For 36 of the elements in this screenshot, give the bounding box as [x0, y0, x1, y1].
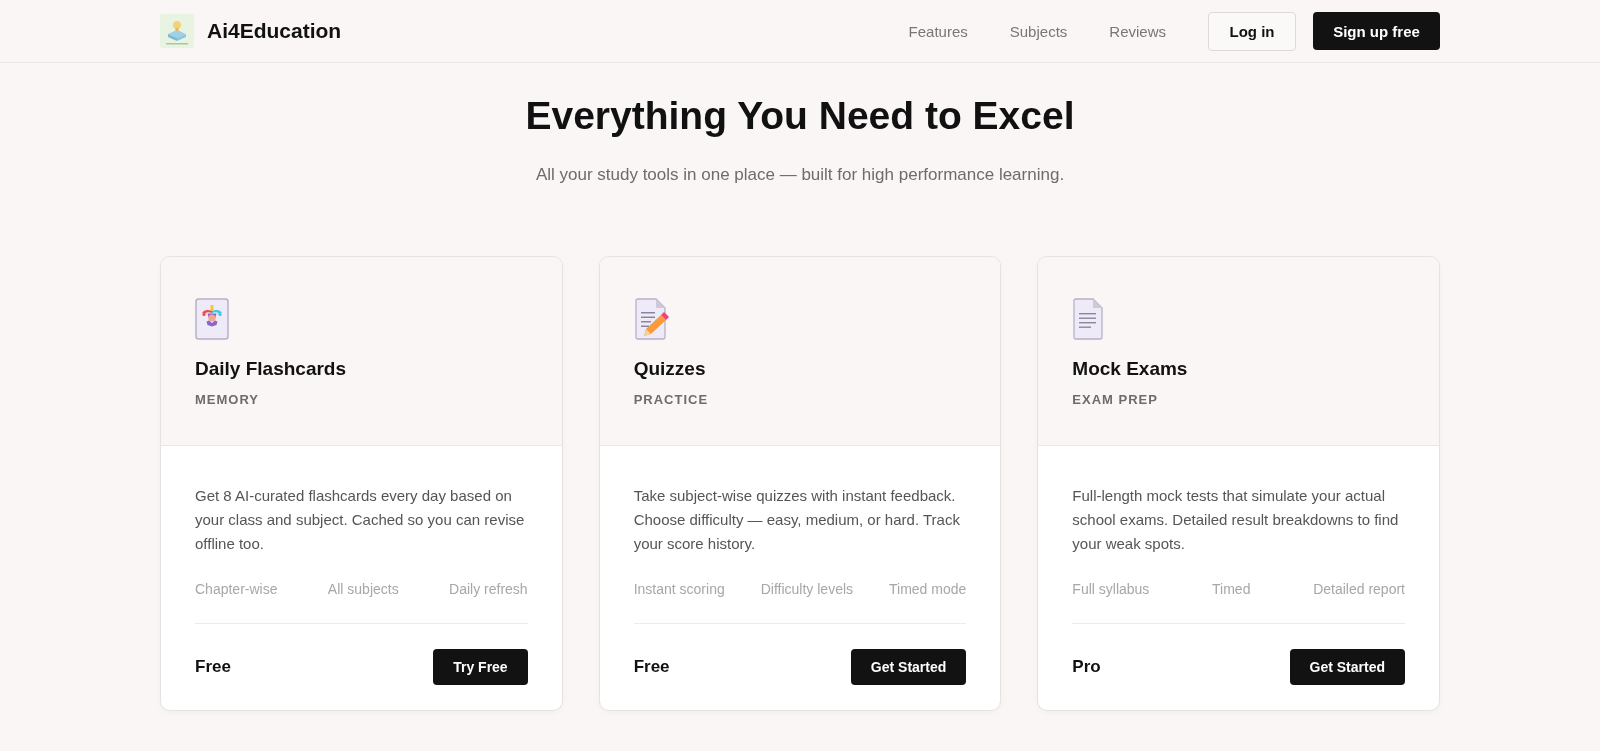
card-description: Get 8 AI-curated flashcards every day based on your class and subject. Cached so you can revise offline too.: [195, 486, 526, 554]
feature-label: Difficulty levels: [760, 580, 854, 598]
feature-label: Timed: [1212, 580, 1251, 598]
feature-label: All subjects: [327, 580, 399, 598]
memo-pencil-icon: [633, 298, 670, 340]
nav-link[interactable]: Features: [908, 22, 968, 40]
feature-label: Chapter-wise: [195, 580, 278, 598]
feature-label: Instant scoring: [633, 580, 725, 598]
price-label: Free: [195, 657, 231, 677]
cta-button[interactable]: Get Started: [850, 649, 967, 685]
card-description: Full-length mock tests that simulate your actual school exams. Detailed result breakdowns to find your weak spots.: [1072, 486, 1400, 554]
price-label: Free: [633, 657, 670, 677]
category-label: EXAM PREP: [1072, 391, 1159, 409]
nav-link[interactable]: Subjects: [1009, 22, 1068, 40]
jester-card-icon: [195, 298, 229, 340]
login-button[interactable]: Log in: [1208, 11, 1296, 51]
feature-label: Full syllabus: [1072, 580, 1150, 598]
brand-name[interactable]: Ai4Education: [207, 19, 342, 43]
document-icon: [1072, 298, 1105, 340]
section-subtitle: All your study tools in one place — built for high performance learning.: [534, 164, 1066, 186]
card-description: Take subject-wise quizzes with instant feedback. Choose difficulty — easy, medium, or hard. Track your score history.: [633, 486, 961, 554]
price-label: Pro: [1072, 657, 1101, 677]
nav-link[interactable]: Reviews: [1109, 22, 1166, 40]
feature-label: Detailed report: [1313, 580, 1405, 598]
feature-label: Timed mode: [889, 580, 967, 598]
cta-button[interactable]: Get Started: [1289, 649, 1405, 685]
signup-button[interactable]: Sign up free: [1313, 12, 1440, 50]
feature-label: Daily refresh: [449, 580, 528, 598]
card-title: Mock Exams: [1072, 357, 1189, 381]
category-label: PRACTICE: [633, 391, 710, 409]
card-title: Daily Flashcards: [195, 357, 348, 381]
category-label: MEMORY: [195, 391, 261, 409]
cta-button[interactable]: Try Free: [433, 649, 528, 685]
section-title: Everything You Need to Excel: [524, 93, 1076, 139]
logo-icon[interactable]: [160, 14, 194, 48]
card-title: Quizzes: [633, 357, 707, 381]
